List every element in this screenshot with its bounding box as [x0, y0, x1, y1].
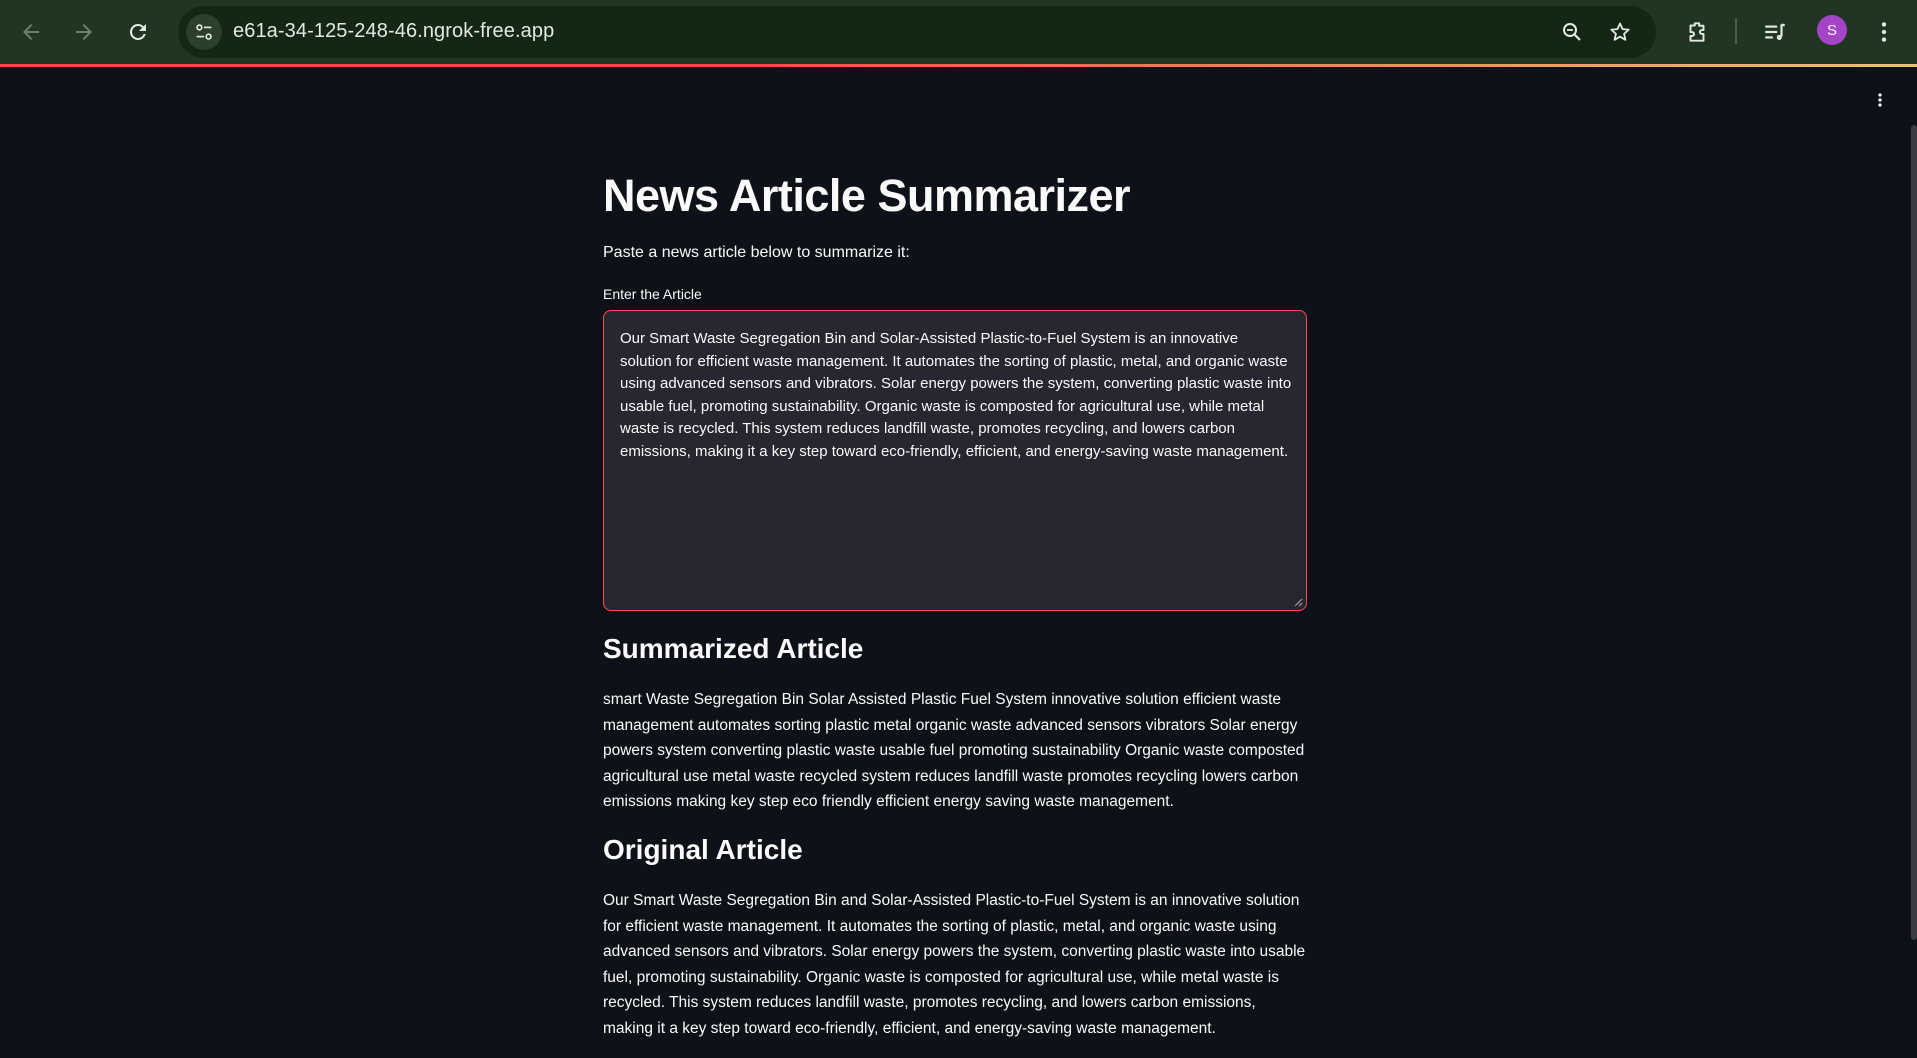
address-bar[interactable]: e61a-34-125-248-46.ngrok-free.app: [178, 6, 1656, 58]
media-queue-icon[interactable]: [1757, 14, 1793, 50]
puzzle-icon[interactable]: [1679, 14, 1715, 50]
article-input-label: Enter the Article: [603, 286, 702, 302]
app-menu-icon[interactable]: [1868, 88, 1892, 112]
page-title: News Article Summarizer: [603, 170, 1131, 221]
zoom-icon[interactable]: [1558, 18, 1586, 46]
reload-icon[interactable]: [118, 12, 158, 52]
back-arrow-icon[interactable]: [11, 12, 51, 52]
article-input-container: Our Smart Waste Segregation Bin and Sola…: [603, 310, 1307, 611]
browser-toolbar: e61a-34-125-248-46.ngrok-free.app S: [0, 0, 1917, 64]
summary-text: smart Waste Segregation Bin Solar Assist…: [603, 691, 1305, 810]
kebab-menu-icon[interactable]: [1866, 14, 1902, 50]
star-icon[interactable]: [1606, 18, 1634, 46]
original-heading: Original Article: [603, 834, 803, 865]
url-text[interactable]: e61a-34-125-248-46.ngrok-free.app: [233, 20, 554, 43]
app-accent-line: [0, 64, 1917, 67]
toolbar-divider: [1735, 18, 1737, 44]
article-input[interactable]: Our Smart Waste Segregation Bin and Sola…: [604, 311, 1306, 610]
resize-handle-icon[interactable]: [1293, 597, 1303, 607]
tune-icon[interactable]: [186, 14, 222, 50]
original-text: Our Smart Waste Segregation Bin and Sola…: [603, 892, 1306, 1037]
scrollbar[interactable]: [1911, 125, 1917, 940]
intro-text: Paste a news article below to summarize …: [603, 244, 910, 261]
forward-arrow-icon[interactable]: [64, 12, 104, 52]
summary-heading: Summarized Article: [603, 633, 864, 664]
avatar[interactable]: S: [1817, 15, 1847, 45]
